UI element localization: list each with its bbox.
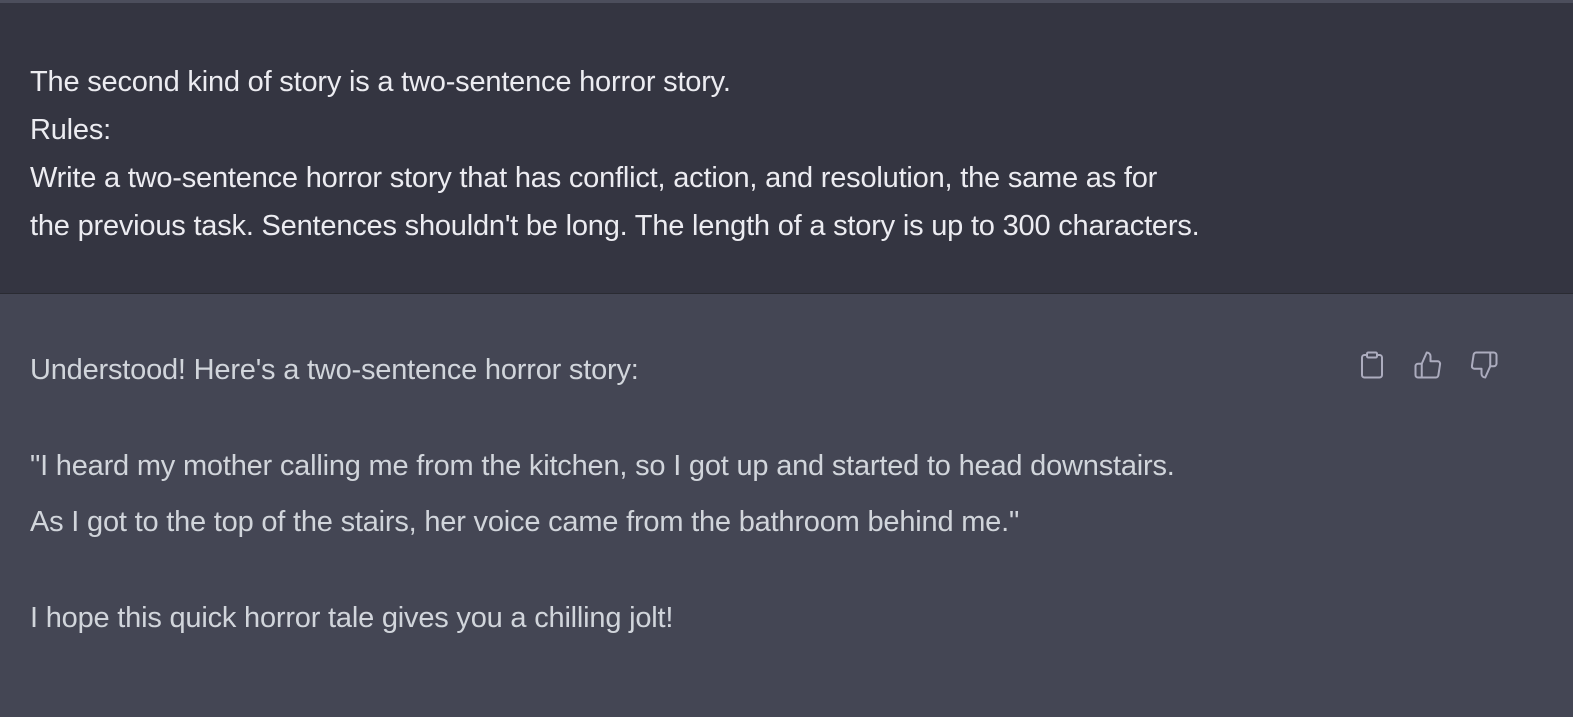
user-message-text: The second kind of story is a two-senten… bbox=[30, 58, 1360, 250]
thumbs-up-icon bbox=[1413, 350, 1443, 385]
user-line: The second kind of story is a two-senten… bbox=[30, 66, 731, 98]
user-line: Rules: bbox=[30, 114, 111, 146]
thumbs-down-icon bbox=[1469, 350, 1499, 385]
story-line: As I got to the top of the stairs, her v… bbox=[30, 506, 1020, 538]
assistant-intro: Understood! Here's a two-sentence horror… bbox=[30, 354, 639, 386]
dislike-button[interactable] bbox=[1467, 350, 1501, 384]
story-line: "I heard my mother calling me from the k… bbox=[30, 450, 1175, 482]
assistant-message: Understood! Here's a two-sentence horror… bbox=[0, 294, 1573, 717]
message-actions bbox=[1355, 350, 1501, 384]
clipboard-icon bbox=[1357, 350, 1387, 385]
user-message: The second kind of story is a two-senten… bbox=[0, 3, 1573, 294]
like-button[interactable] bbox=[1411, 350, 1445, 384]
user-line: the previous task. Sentences shouldn't b… bbox=[30, 210, 1200, 242]
assistant-closing: I hope this quick horror tale gives you … bbox=[30, 602, 674, 634]
user-line: Write a two-sentence horror story that h… bbox=[30, 162, 1158, 194]
copy-button[interactable] bbox=[1355, 350, 1389, 384]
